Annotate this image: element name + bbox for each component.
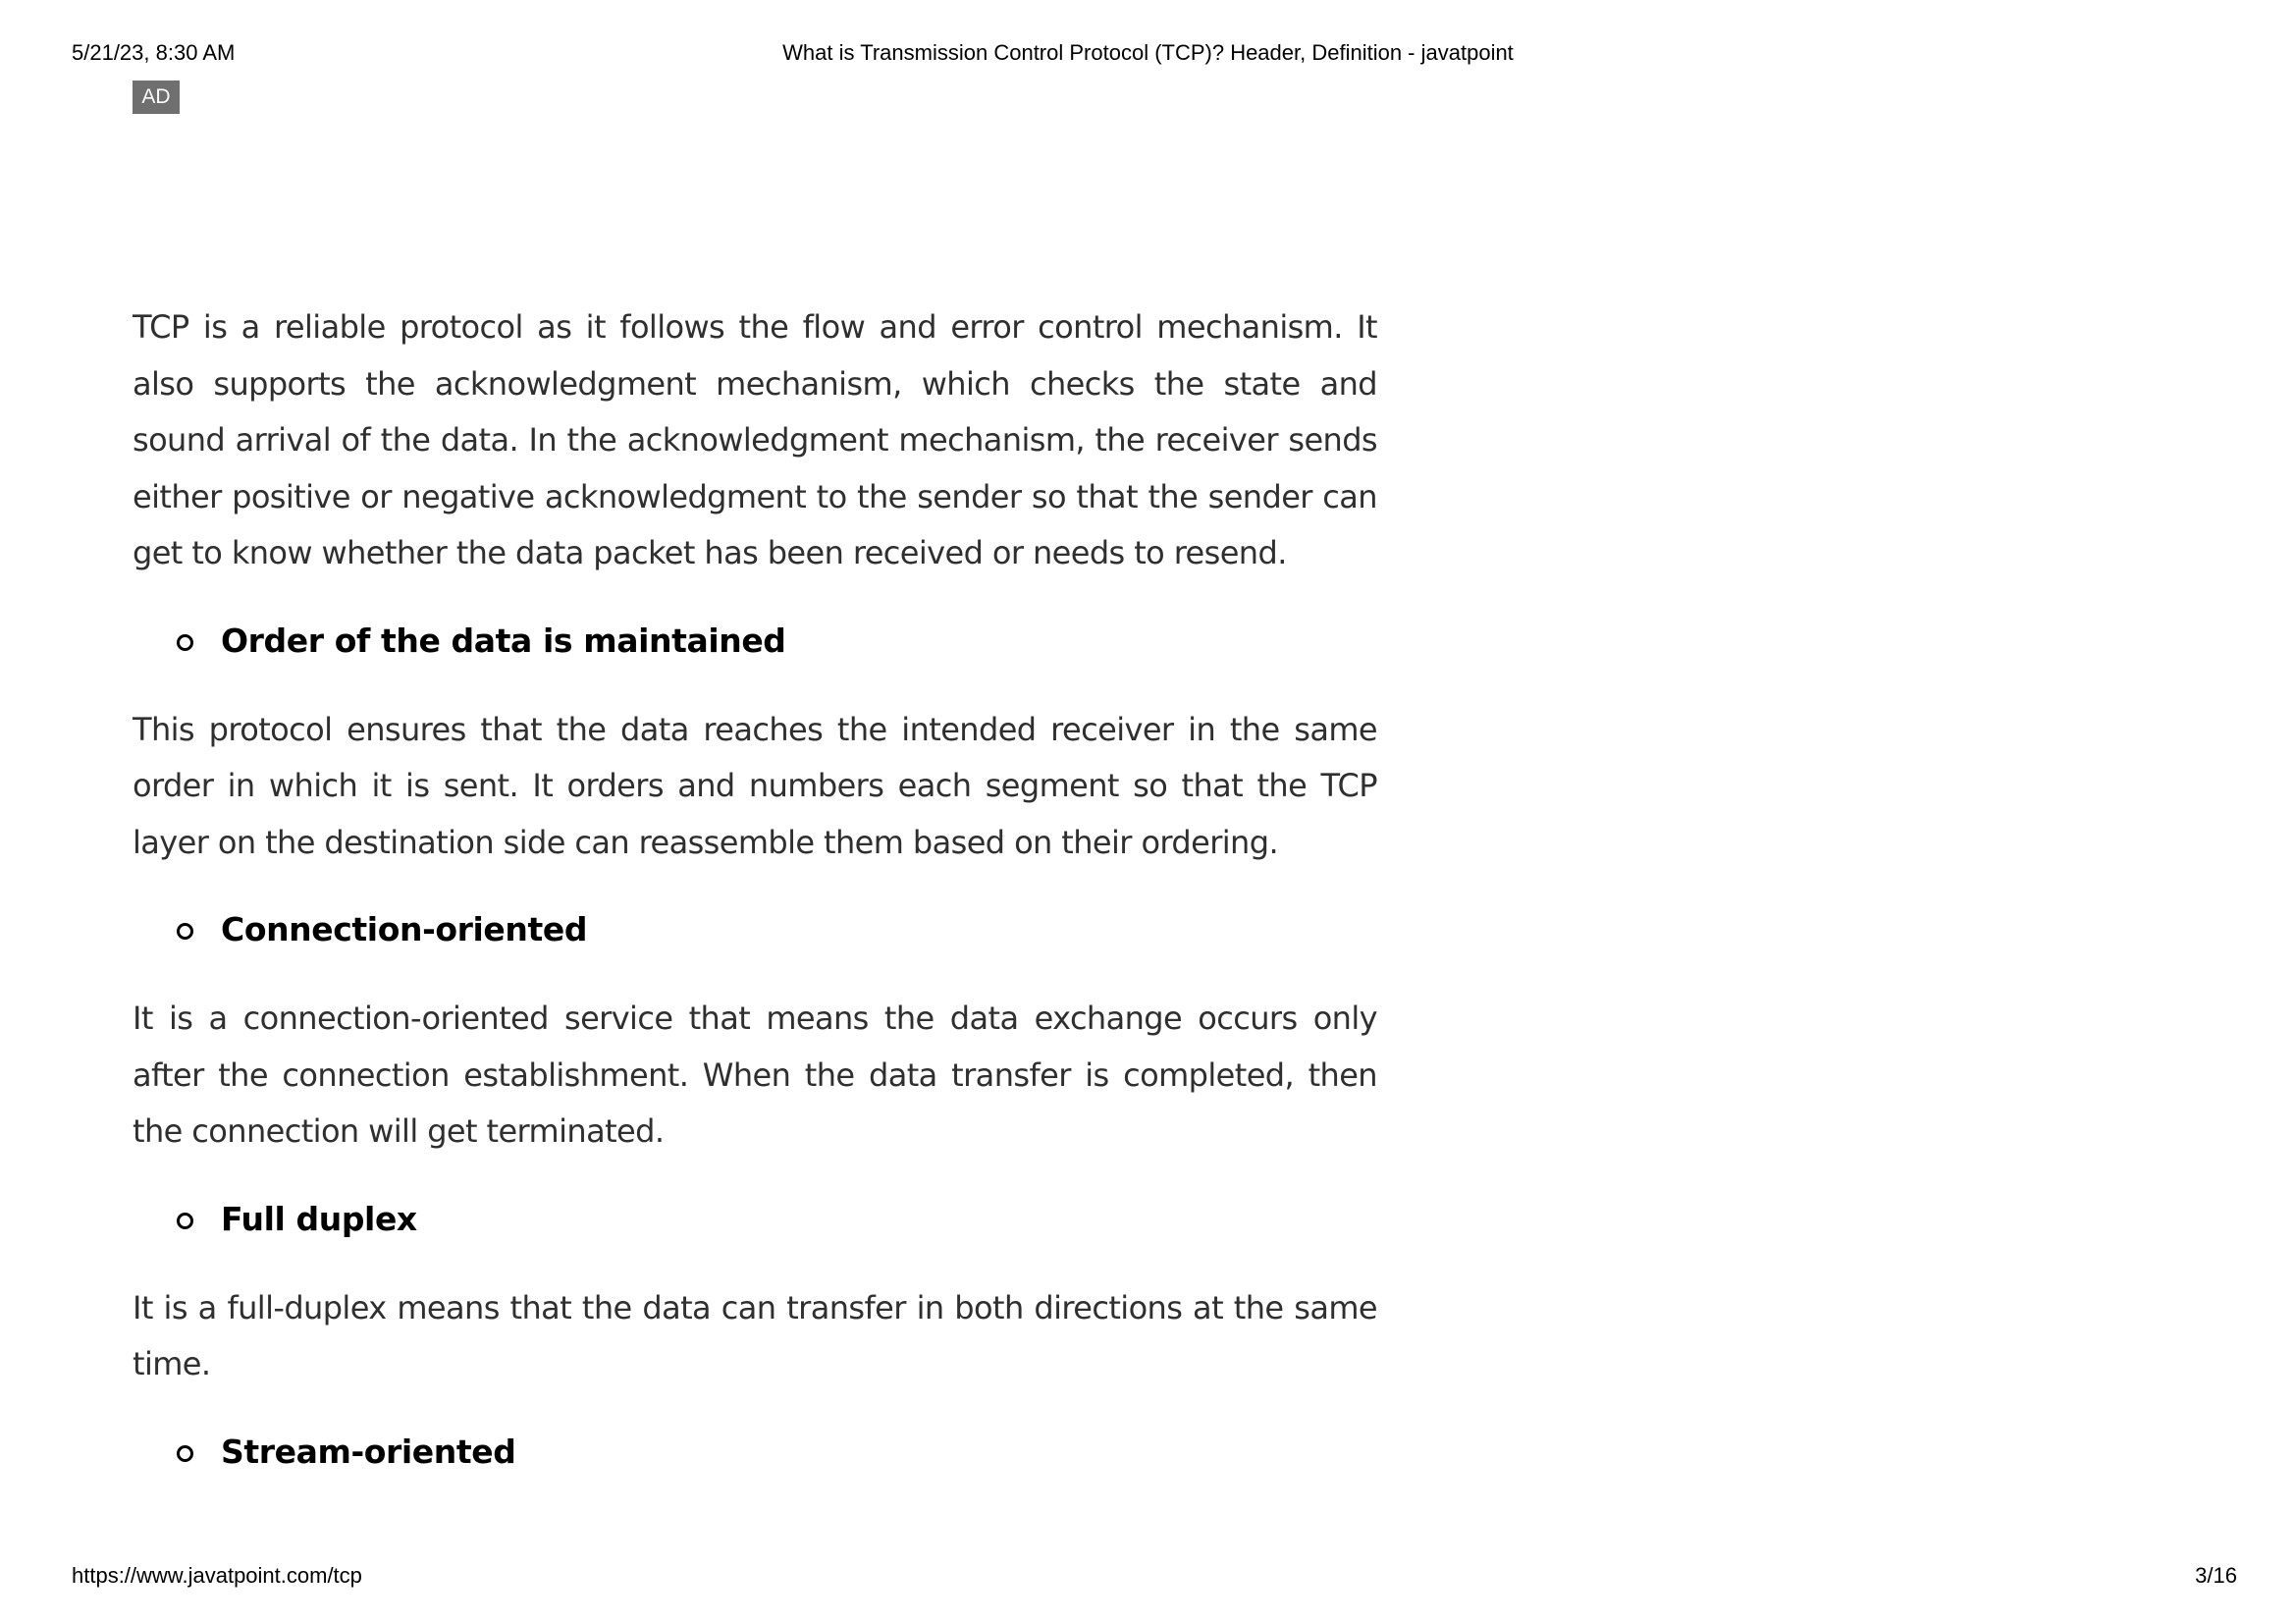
ad-badge[interactable]: AD — [133, 81, 180, 114]
print-header-page-title: What is Transmission Control Protocol (T… — [782, 40, 1514, 65]
article-content: TCP is a reliable protocol as it follows… — [133, 299, 1378, 1476]
hollow-circle-bullet-icon — [177, 1212, 193, 1229]
heading-label: Order of the data is maintained — [221, 621, 786, 660]
paragraph-order-of-data: This protocol ensures that the data reac… — [133, 710, 1378, 861]
heading-label: Full duplex — [221, 1199, 417, 1238]
heading-stream-oriented: Stream-oriented — [133, 1429, 1377, 1476]
heading-connection-oriented: Connection-oriented — [133, 906, 1377, 953]
heading-label: Stream-oriented — [221, 1432, 516, 1471]
heading-full-duplex: Full duplex — [133, 1196, 1377, 1243]
paragraph-reliable-protocol: TCP is a reliable protocol as it follows… — [133, 308, 1378, 571]
hollow-circle-bullet-icon — [177, 923, 193, 940]
print-footer-page-number: 3/16 — [2195, 1563, 2237, 1588]
paragraph-full-duplex: It is a full-duplex means that the data … — [133, 1288, 1378, 1383]
hollow-circle-bullet-icon — [177, 633, 193, 651]
hollow-circle-bullet-icon — [177, 1444, 193, 1462]
heading-order-of-data: Order of the data is maintained — [133, 618, 1377, 665]
print-footer-url[interactable]: https://www.javatpoint.com/tcp — [72, 1562, 362, 1590]
paragraph-connection-oriented: It is a connection-oriented service that… — [133, 1000, 1378, 1150]
heading-label: Connection-oriented — [221, 910, 588, 948]
